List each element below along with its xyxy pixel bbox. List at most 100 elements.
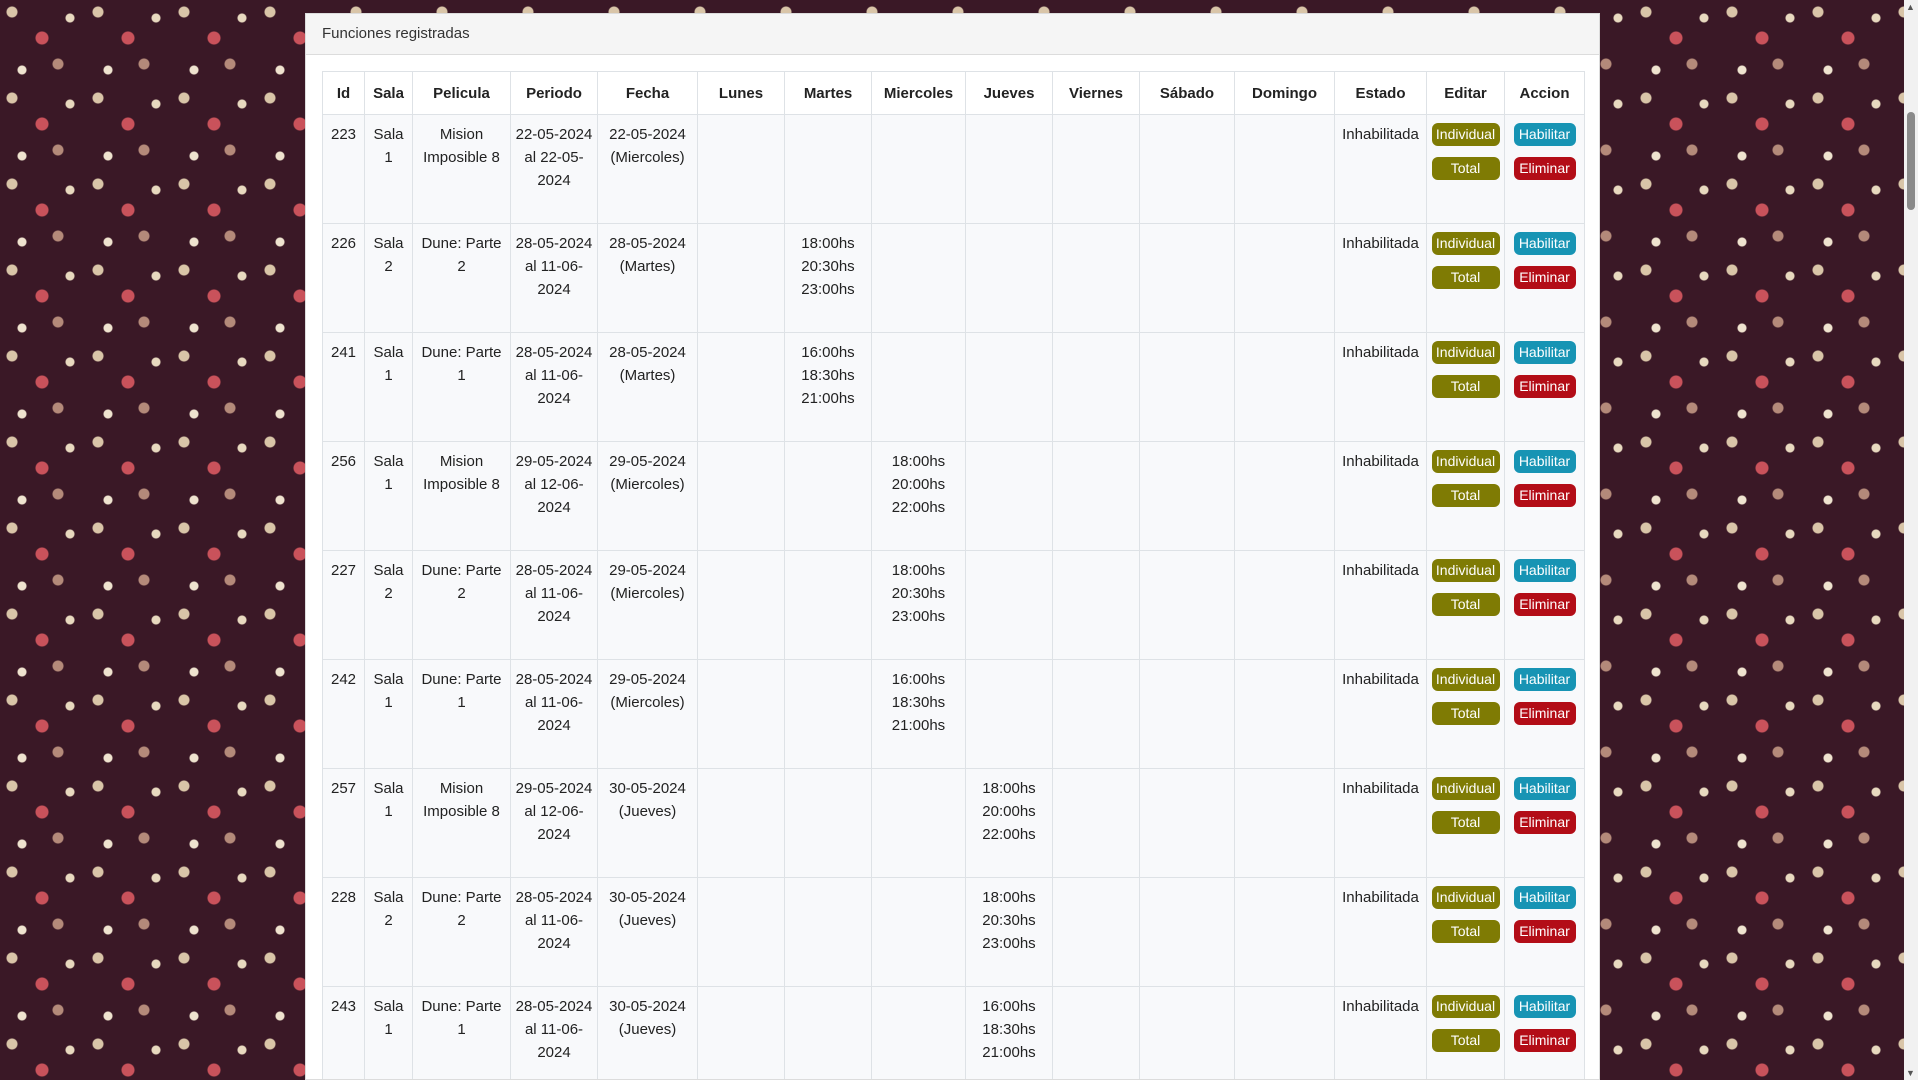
- cell-lunes: [697, 332, 785, 442]
- cell-miercoles: [871, 768, 966, 878]
- col-header: Domingo: [1234, 71, 1335, 115]
- cell-viernes: [1052, 877, 1140, 987]
- edit-individual-button[interactable]: Individual: [1431, 886, 1500, 909]
- cell-id: 226: [322, 223, 365, 333]
- habilitar-button[interactable]: Habilitar: [1513, 995, 1576, 1018]
- col-header: Lunes: [697, 71, 785, 115]
- eliminar-button[interactable]: Eliminar: [1513, 593, 1576, 616]
- table-row: 223 Sala 1 Mision Imposible 8 22-05-2024 al…: [322, 114, 1585, 224]
- edit-total-button[interactable]: Total: [1431, 1029, 1500, 1052]
- cell-sabado: [1139, 223, 1235, 333]
- cell-sala: Sala 1: [364, 768, 413, 878]
- cell-sala: Sala 1: [364, 114, 413, 224]
- edit-individual-button[interactable]: Individual: [1431, 995, 1500, 1018]
- cell-accion: Habilitar Eliminar: [1504, 441, 1585, 551]
- cell-viernes: [1052, 659, 1140, 769]
- eliminar-button[interactable]: Eliminar: [1513, 702, 1576, 725]
- cell-miercoles: 16:00hs 18:30hs 21:00hs: [871, 659, 966, 769]
- eliminar-button[interactable]: Eliminar: [1513, 1029, 1576, 1052]
- cell-sabado: [1139, 877, 1235, 987]
- cell-viernes: [1052, 114, 1140, 224]
- table-row: 242 Sala 1 Dune: Parte 1 28-05-2024 al 11-0…: [322, 659, 1585, 769]
- eliminar-button[interactable]: Eliminar: [1513, 375, 1576, 398]
- panel-title: Funciones registradas: [306, 14, 1599, 55]
- edit-total-button[interactable]: Total: [1431, 375, 1500, 398]
- edit-total-button[interactable]: Total: [1431, 484, 1500, 507]
- cell-miercoles: [871, 877, 966, 987]
- cell-accion: Habilitar Eliminar: [1504, 768, 1585, 878]
- eliminar-button[interactable]: Eliminar: [1513, 811, 1576, 834]
- cell-miercoles: [871, 223, 966, 333]
- cell-lunes: [697, 768, 785, 878]
- edit-total-button[interactable]: Total: [1431, 702, 1500, 725]
- cell-jueves: 16:00hs 18:30hs 21:00hs: [965, 986, 1053, 1079]
- cell-estado: Inhabilitada: [1334, 441, 1427, 551]
- cell-periodo: 29-05-2024 al 12-06-2024: [510, 441, 598, 551]
- cell-sabado: [1139, 550, 1235, 660]
- cell-jueves: [965, 550, 1053, 660]
- cell-editar: Individual Total: [1426, 986, 1505, 1079]
- table-row: 227 Sala 2 Dune: Parte 2 28-05-2024 al 11-0…: [322, 550, 1585, 660]
- edit-individual-button[interactable]: Individual: [1431, 777, 1500, 800]
- cell-periodo: 28-05-2024 al 11-06-2024: [510, 659, 598, 769]
- cell-lunes: [697, 114, 785, 224]
- col-header: Viernes: [1052, 71, 1140, 115]
- cell-jueves: [965, 332, 1053, 442]
- cell-estado: Inhabilitada: [1334, 332, 1427, 442]
- cell-martes: [784, 659, 872, 769]
- edit-individual-button[interactable]: Individual: [1431, 559, 1500, 582]
- cell-martes: [784, 441, 872, 551]
- col-header: Pelicula: [412, 71, 511, 115]
- edit-total-button[interactable]: Total: [1431, 593, 1500, 616]
- habilitar-button[interactable]: Habilitar: [1513, 777, 1576, 800]
- cell-martes: 18:00hs 20:30hs 23:00hs: [784, 223, 872, 333]
- habilitar-button[interactable]: Habilitar: [1513, 341, 1576, 364]
- cell-id: 227: [322, 550, 365, 660]
- cell-fecha: 29-05-2024 (Miercoles): [597, 659, 698, 769]
- scrollbar-thumb[interactable]: [1907, 112, 1915, 210]
- cell-accion: Habilitar Eliminar: [1504, 223, 1585, 333]
- cell-sala: Sala 1: [364, 659, 413, 769]
- cell-martes: [784, 986, 872, 1079]
- edit-individual-button[interactable]: Individual: [1431, 450, 1500, 473]
- habilitar-button[interactable]: Habilitar: [1513, 450, 1576, 473]
- cell-sabado: [1139, 114, 1235, 224]
- habilitar-button[interactable]: Habilitar: [1513, 668, 1576, 691]
- cell-martes: [784, 114, 872, 224]
- cell-editar: Individual Total: [1426, 768, 1505, 878]
- eliminar-button[interactable]: Eliminar: [1513, 920, 1576, 943]
- cell-lunes: [697, 441, 785, 551]
- edit-individual-button[interactable]: Individual: [1431, 341, 1500, 364]
- col-header: Sábado: [1139, 71, 1235, 115]
- cell-lunes: [697, 986, 785, 1079]
- cell-editar: Individual Total: [1426, 223, 1505, 333]
- edit-individual-button[interactable]: Individual: [1431, 123, 1500, 146]
- edit-total-button[interactable]: Total: [1431, 811, 1500, 834]
- habilitar-button[interactable]: Habilitar: [1513, 232, 1576, 255]
- funciones-table: Id Sala Pelicula Periodo Fecha Lunes Mar…: [322, 71, 1585, 1079]
- cell-sabado: [1139, 986, 1235, 1079]
- cell-viernes: [1052, 550, 1140, 660]
- scroll-down-icon[interactable]: ▼: [1906, 1068, 1915, 1078]
- scroll-up-icon[interactable]: ▲: [1906, 2, 1915, 12]
- edit-total-button[interactable]: Total: [1431, 920, 1500, 943]
- habilitar-button[interactable]: Habilitar: [1513, 123, 1576, 146]
- cell-editar: Individual Total: [1426, 114, 1505, 224]
- eliminar-button[interactable]: Eliminar: [1513, 484, 1576, 507]
- habilitar-button[interactable]: Habilitar: [1513, 886, 1576, 909]
- edit-individual-button[interactable]: Individual: [1431, 232, 1500, 255]
- eliminar-button[interactable]: Eliminar: [1513, 157, 1576, 180]
- cell-miercoles: 18:00hs 20:30hs 23:00hs: [871, 550, 966, 660]
- edit-total-button[interactable]: Total: [1431, 266, 1500, 289]
- cell-pelicula: Dune: Parte 2: [412, 550, 511, 660]
- cell-editar: Individual Total: [1426, 441, 1505, 551]
- page-scrollbar[interactable]: ▲ ▼: [1904, 0, 1918, 1080]
- cell-fecha: 28-05-2024 (Martes): [597, 332, 698, 442]
- edit-total-button[interactable]: Total: [1431, 157, 1500, 180]
- cell-miercoles: [871, 986, 966, 1079]
- habilitar-button[interactable]: Habilitar: [1513, 559, 1576, 582]
- eliminar-button[interactable]: Eliminar: [1513, 266, 1576, 289]
- col-header: Id: [322, 71, 365, 115]
- cell-domingo: [1234, 768, 1335, 878]
- edit-individual-button[interactable]: Individual: [1431, 668, 1500, 691]
